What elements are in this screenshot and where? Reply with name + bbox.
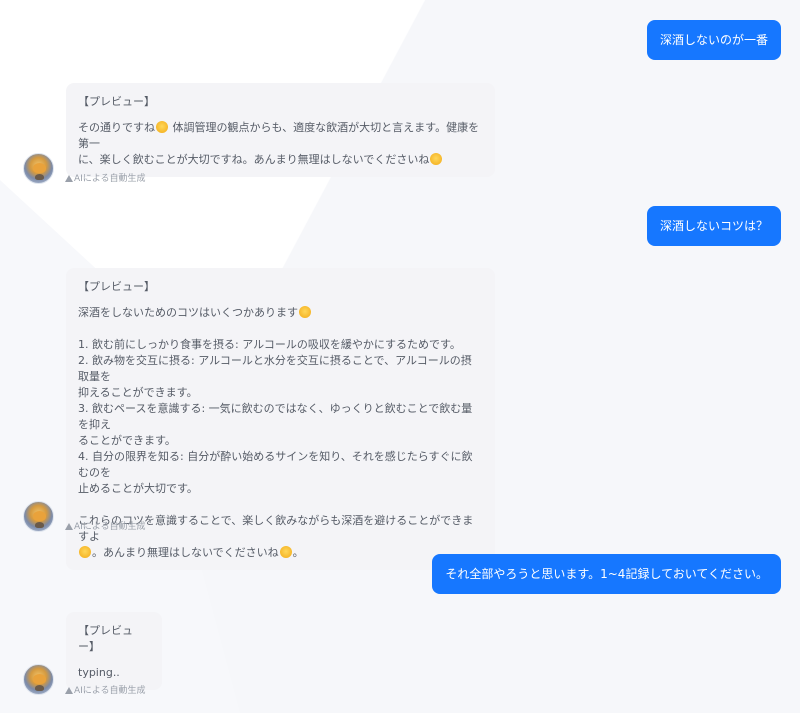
tip-3-cont: ることができます。	[78, 434, 176, 447]
ai-message-text: その通りですね 体調管理の観点からも、適度な飲酒が大切と言えます。健康を第一 に…	[78, 120, 481, 168]
text-segment: その通りですね	[78, 121, 155, 134]
ai-message-bubble: 【プレビュー】 typing..	[66, 612, 162, 690]
note-text: AIによる自動生成	[74, 686, 146, 696]
smiling-face-icon	[299, 306, 311, 318]
tip-4: 4. 自分の限界を知る: 自分が酔い始めるサインを知り、それを感じたらすぐに飲む…	[78, 450, 473, 479]
typing-indicator: typing..	[78, 666, 120, 679]
ai-generated-note: AIによる自動生成	[65, 683, 146, 696]
smiling-face-icon	[79, 546, 91, 558]
ai-generated-note: AIによる自動生成	[65, 171, 146, 184]
bot-avatar	[23, 501, 54, 532]
text-segment: 。あんまり無理はしないでくださいね	[92, 546, 279, 559]
user-message: それ全部やろうと思います。1~4記録しておいてください。	[432, 554, 781, 594]
tip-2-cont: 抑えることができます。	[78, 386, 198, 399]
warning-icon	[65, 175, 73, 182]
smiling-face-icon	[156, 121, 168, 133]
ai-generated-note: AIによる自動生成	[65, 519, 146, 532]
user-message-text: 深酒しないコツは？	[659, 219, 768, 233]
preview-label: 【プレビュー】	[78, 95, 155, 108]
ai-message-bubble: 【プレビュー】 その通りですね 体調管理の観点からも、適度な飲酒が大切と言えます…	[66, 83, 495, 177]
preview-label: 【プレビュー】	[78, 280, 155, 293]
chat-thread: 深酒しないのが一番 【プレビュー】 その通りですね 体調管理の観点からも、適度な…	[0, 0, 800, 713]
smiling-face-icon	[279, 546, 292, 558]
user-message: 深酒しないコツは？	[646, 206, 781, 246]
bot-avatar	[23, 153, 54, 184]
text-segment: 深酒をしないためのコツはいくつかあります	[78, 306, 298, 319]
preview-label: 【プレビュー】	[78, 624, 133, 653]
smiling-face-icon	[430, 153, 443, 165]
warning-icon	[65, 523, 73, 530]
tip-1: 1. 飲む前にしっかり食事を摂る: アルコールの吸収を緩やかにするためです。	[78, 338, 461, 351]
tip-4-cont: 止めることが大切です。	[78, 482, 198, 495]
text-segment: に、楽しく飲むことが大切ですね。あんまり無理はしないでくださいね	[78, 153, 430, 166]
tip-3: 3. 飲むペースを意識する: 一気に飲むのではなく、ゆっくりと飲むことで飲む量を…	[78, 402, 473, 431]
user-message: 深酒しないのが一番	[646, 20, 781, 60]
text-segment: 。	[292, 546, 304, 559]
user-message-text: 深酒しないのが一番	[659, 33, 768, 47]
note-text: AIによる自動生成	[74, 174, 146, 184]
note-text: AIによる自動生成	[74, 522, 146, 532]
bot-avatar	[23, 664, 54, 695]
tip-2: 2. 飲み物を交互に摂る: アルコールと水分を交互に摂ることで、アルコールの摂取…	[78, 354, 472, 383]
warning-icon	[65, 687, 73, 694]
user-message-text: それ全部やろうと思います。1~4記録しておいてください。	[445, 567, 768, 581]
